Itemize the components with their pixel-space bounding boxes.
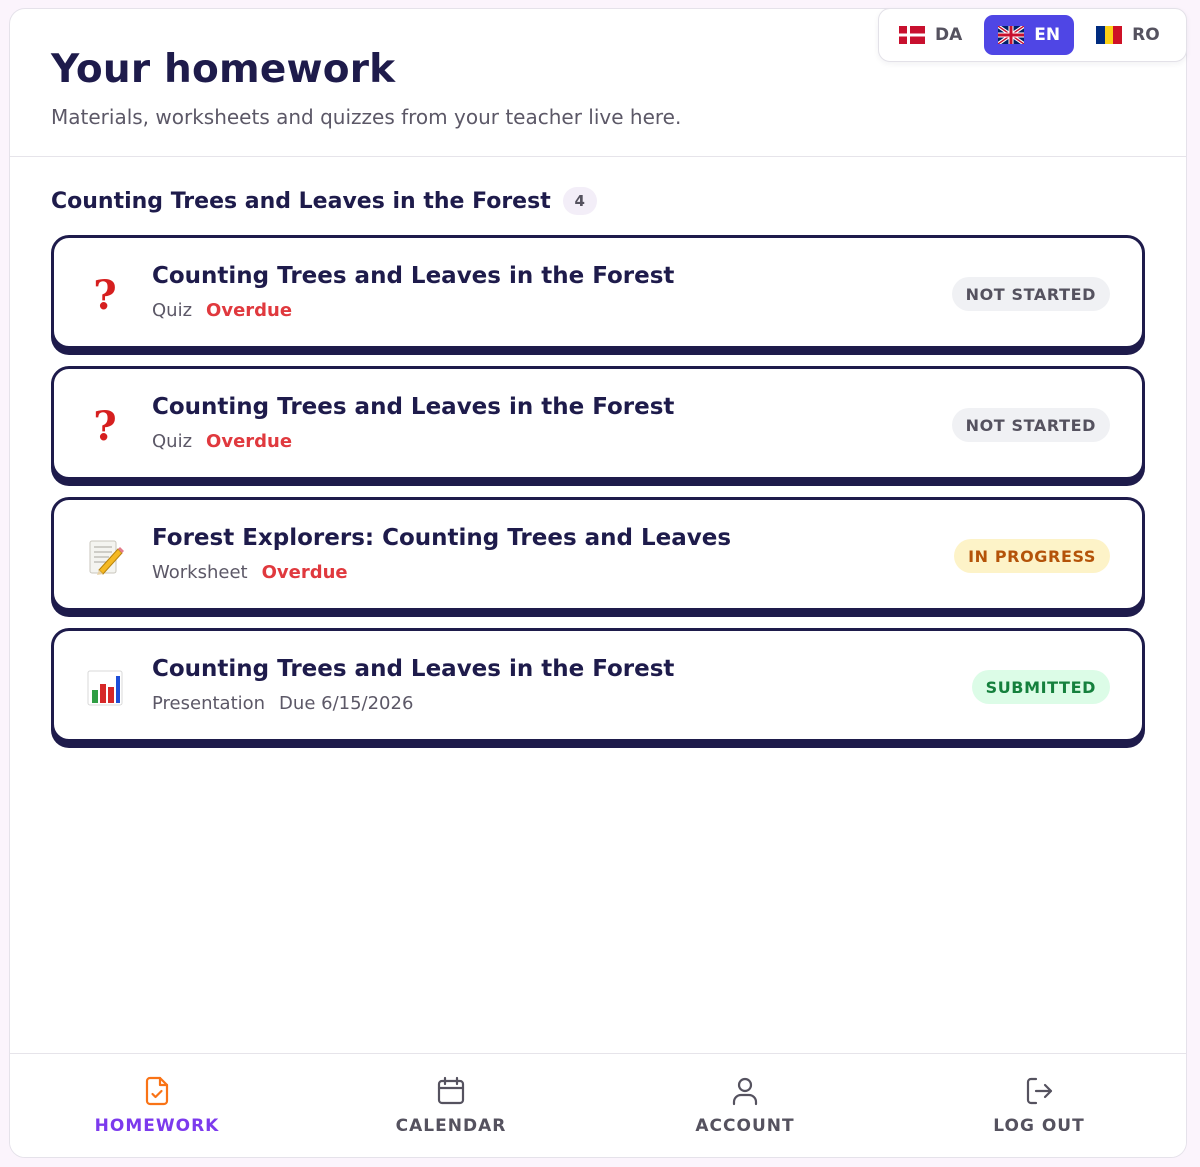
nav-logout-label: LOG OUT — [993, 1116, 1085, 1136]
nav-homework[interactable]: HOMEWORK — [10, 1054, 304, 1157]
assignment-title: Counting Trees and Leaves in the Forest — [152, 263, 675, 289]
assignment-title: Counting Trees and Leaves in the Forest — [152, 394, 675, 420]
assignment-type: Worksheet — [152, 562, 248, 583]
assignment-meta: Worksheet Overdue — [152, 562, 348, 583]
logout-icon — [1022, 1074, 1056, 1108]
question-mark-icon: ? — [93, 402, 117, 450]
calendar-icon — [434, 1074, 468, 1108]
section-title: Counting Trees and Leaves in the Forest — [51, 188, 551, 214]
nav-logout[interactable]: LOG OUT — [892, 1054, 1186, 1157]
status-badge: NOT STARTED — [951, 277, 1110, 311]
language-ro-label: RO — [1132, 25, 1160, 45]
romania-flag-icon — [1096, 26, 1123, 44]
assignment-card[interactable]: ? Counting Trees and Leaves in the Fores… — [51, 366, 1145, 480]
assignment-meta: Quiz Overdue — [152, 431, 292, 452]
nav-account-label: ACCOUNT — [695, 1116, 795, 1136]
user-icon — [728, 1074, 762, 1108]
nav-calendar-label: CALENDAR — [395, 1116, 507, 1136]
page-title: Your homework — [51, 47, 396, 92]
uk-flag-icon — [998, 26, 1025, 44]
assignment-type: Quiz — [152, 300, 193, 321]
assignment-list: ? Counting Trees and Leaves in the Fores… — [51, 235, 1149, 759]
status-badge: NOT STARTED — [951, 408, 1110, 442]
due-status: Overdue — [206, 300, 293, 321]
question-mark-icon: ? — [93, 271, 117, 319]
status-badge: SUBMITTED — [971, 670, 1110, 704]
assignment-title: Counting Trees and Leaves in the Forest — [152, 656, 675, 682]
language-da-button[interactable]: DA — [885, 15, 976, 55]
nav-calendar[interactable]: CALENDAR — [304, 1054, 598, 1157]
assignment-type: Presentation — [152, 693, 266, 714]
app-frame: Your homework Materials, worksheets and … — [9, 8, 1187, 1158]
assignment-card[interactable]: Forest Explorers: Counting Trees and Lea… — [51, 497, 1145, 611]
count-badge: 4 — [562, 187, 597, 215]
bar-chart-icon — [82, 665, 128, 711]
language-ro-button[interactable]: RO — [1082, 15, 1174, 55]
due-status: Overdue — [261, 562, 348, 583]
homework-file-check-icon — [140, 1074, 174, 1108]
page-subtitle: Materials, worksheets and quizzes from y… — [51, 105, 682, 129]
assignment-card[interactable]: Counting Trees and Leaves in the Forest … — [51, 628, 1145, 742]
nav-homework-label: HOMEWORK — [94, 1116, 220, 1136]
assignment-meta: Presentation Due 6/15/2026 — [152, 693, 413, 714]
nav-account[interactable]: ACCOUNT — [598, 1054, 892, 1157]
language-da-label: DA — [935, 25, 963, 45]
due-status: Overdue — [206, 431, 293, 452]
assignment-type: Quiz — [152, 431, 193, 452]
assignment-meta: Quiz Overdue — [152, 300, 292, 321]
language-en-button[interactable]: EN — [984, 15, 1075, 55]
status-badge: IN PROGRESS — [954, 539, 1110, 573]
memo-pencil-icon — [82, 534, 128, 580]
denmark-flag-icon — [899, 26, 925, 44]
section-header: Counting Trees and Leaves in the Forest … — [51, 187, 597, 215]
language-en-label: EN — [1034, 25, 1061, 45]
bottom-nav: HOMEWORK CALENDAR ACCOUNT LOG OUT — [10, 1053, 1186, 1157]
assignment-card[interactable]: ? Counting Trees and Leaves in the Fores… — [51, 235, 1145, 349]
language-switcher: DA EN RO — [878, 8, 1187, 62]
assignment-title: Forest Explorers: Counting Trees and Lea… — [152, 525, 732, 551]
due-date: Due 6/15/2026 — [279, 693, 414, 714]
